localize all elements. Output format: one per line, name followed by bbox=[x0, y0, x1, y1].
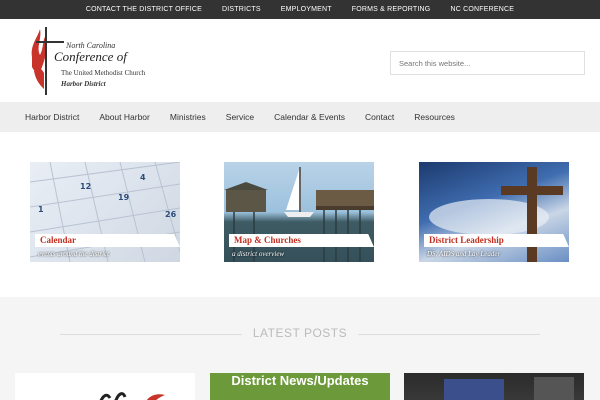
top-menu: Contact the District Office Districts Em… bbox=[0, 0, 600, 19]
divider-right bbox=[358, 334, 540, 335]
svg-text:4: 4 bbox=[140, 173, 146, 182]
svg-text:26: 26 bbox=[165, 210, 177, 219]
feature-subtitle: DS, AIDS and Lay Leader bbox=[427, 250, 501, 258]
logo-line-harbor: Harbor District bbox=[61, 80, 106, 88]
top-menu-districts[interactable]: Districts bbox=[212, 6, 271, 13]
feature-subtitle: a district overview bbox=[232, 250, 285, 258]
post-thumbnail-icon bbox=[99, 392, 165, 400]
top-menu-employment[interactable]: Employment bbox=[271, 6, 342, 13]
svg-text:1: 1 bbox=[38, 205, 44, 214]
search-input[interactable] bbox=[390, 51, 585, 75]
post-card[interactable] bbox=[404, 373, 584, 400]
top-menu-nc-conference[interactable]: NC Conference bbox=[440, 6, 524, 13]
feature-title: District Leadership bbox=[429, 235, 504, 245]
feature-card-map-churches[interactable]: Map & Churches a district overview bbox=[224, 162, 374, 262]
harbor-image bbox=[224, 167, 374, 262]
latest-posts-heading: LATEST POSTS bbox=[252, 326, 348, 340]
post-card[interactable]: District News/Updates bbox=[210, 373, 390, 400]
feature-title: Calendar bbox=[40, 235, 76, 245]
nav-item-contact[interactable]: Contact bbox=[365, 112, 394, 122]
top-utility-bar: Contact the District Office Districts Em… bbox=[0, 0, 600, 19]
feature-ribbon: Map & Churches bbox=[229, 234, 374, 247]
nav-item-ministries[interactable]: Ministries bbox=[170, 112, 206, 122]
main-menu: Harbor District About Harbor Ministries … bbox=[0, 102, 600, 132]
top-menu-contact[interactable]: Contact the District Office bbox=[76, 6, 212, 13]
main-navigation: Harbor District About Harbor Ministries … bbox=[0, 102, 600, 132]
feature-section: 12 19 26 1 4 Calendar events around the dis… bbox=[0, 132, 600, 297]
feature-title: Map & Churches bbox=[234, 235, 301, 245]
nav-item-resources[interactable]: Resources bbox=[414, 112, 455, 122]
logo-line-conference: Conference of bbox=[54, 49, 127, 64]
svg-text:19: 19 bbox=[118, 193, 130, 202]
calendar-image: 12 19 26 1 4 bbox=[30, 162, 180, 262]
post-thumbnail-icon bbox=[444, 377, 574, 400]
post-card[interactable] bbox=[15, 373, 195, 400]
nav-item-service[interactable]: Service bbox=[226, 112, 254, 122]
nav-item-harbor-district[interactable]: Harbor District bbox=[25, 112, 79, 122]
nav-item-calendar-events[interactable]: Calendar & Events bbox=[274, 112, 345, 122]
feature-subtitle: events around the district bbox=[38, 250, 110, 258]
site-logo[interactable]: North Carolina Conference of The United … bbox=[28, 27, 168, 97]
latest-posts-section: LATEST POSTS District News/Updates bbox=[0, 297, 600, 400]
nav-item-about-harbor[interactable]: About Harbor bbox=[99, 112, 150, 122]
cross-image bbox=[429, 167, 563, 262]
top-menu-forms[interactable]: Forms & Reporting bbox=[342, 6, 441, 13]
svg-text:12: 12 bbox=[80, 182, 91, 191]
feature-card-district-leadership[interactable]: District Leadership DS, AIDS and Lay Lea… bbox=[419, 162, 569, 262]
feature-ribbon: District Leadership bbox=[424, 234, 569, 247]
site-header: North Carolina Conference of The United … bbox=[0, 19, 600, 102]
feature-card-calendar[interactable]: 12 19 26 1 4 Calendar events around the dis… bbox=[30, 162, 180, 262]
logo-line-umc: The United Methodist Church bbox=[61, 69, 146, 77]
post-title: District News/Updates bbox=[231, 373, 369, 388]
feature-ribbon: Calendar bbox=[35, 234, 180, 247]
